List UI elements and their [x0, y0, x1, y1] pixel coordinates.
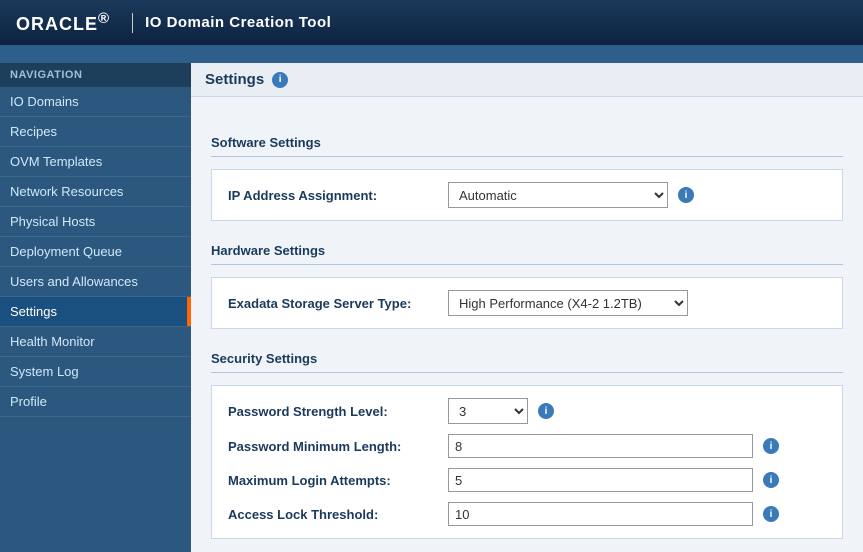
- max-login-attempts-control: i: [448, 468, 826, 492]
- password-strength-label: Password Strength Level:: [228, 404, 448, 419]
- app-title: IO Domain Creation Tool: [145, 14, 331, 31]
- page-title-info-icon[interactable]: i: [272, 72, 288, 88]
- hardware-settings-header: Hardware Settings: [211, 235, 843, 265]
- nav-header: NAVIGATION: [0, 63, 191, 87]
- ip-assignment-info-icon[interactable]: i: [678, 187, 694, 203]
- security-settings-header: Security Settings: [211, 343, 843, 373]
- sub-header-bar: [0, 45, 863, 63]
- password-min-length-info-icon[interactable]: i: [763, 438, 779, 454]
- password-strength-row: Password Strength Level: 1 2 3 4 5 i: [228, 398, 826, 424]
- access-lock-threshold-info-icon[interactable]: i: [763, 506, 779, 522]
- sidebar-item-system-log[interactable]: System Log: [0, 357, 191, 387]
- security-settings-section: Password Strength Level: 1 2 3 4 5 i: [211, 385, 843, 539]
- sidebar-item-recipes[interactable]: Recipes: [0, 117, 191, 147]
- sidebar-item-deployment-queue[interactable]: Deployment Queue: [0, 237, 191, 267]
- ip-assignment-control: Automatic Manual DHCP i: [448, 182, 826, 208]
- page-title-row: Settings i: [191, 63, 863, 97]
- access-lock-threshold-input[interactable]: [448, 502, 753, 526]
- sidebar: NAVIGATION IO Domains Recipes OVM Templa…: [0, 63, 191, 552]
- hardware-settings-section: Exadata Storage Server Type: High Perfor…: [211, 277, 843, 329]
- password-min-length-row: Password Minimum Length: i: [228, 434, 826, 458]
- content-pad: Software Settings IP Address Assignment:…: [191, 113, 863, 552]
- access-lock-threshold-control: i: [448, 502, 826, 526]
- password-min-length-input[interactable]: [448, 434, 753, 458]
- max-login-attempts-input[interactable]: [448, 468, 753, 492]
- ip-assignment-row: IP Address Assignment: Automatic Manual …: [228, 182, 826, 208]
- sidebar-item-network-resources[interactable]: Network Resources: [0, 177, 191, 207]
- ip-assignment-select[interactable]: Automatic Manual DHCP: [448, 182, 668, 208]
- ip-assignment-label: IP Address Assignment:: [228, 188, 448, 203]
- sidebar-item-physical-hosts[interactable]: Physical Hosts: [0, 207, 191, 237]
- software-settings-section: IP Address Assignment: Automatic Manual …: [211, 169, 843, 221]
- sidebar-item-io-domains[interactable]: IO Domains: [0, 87, 191, 117]
- storage-server-label: Exadata Storage Server Type:: [228, 296, 448, 311]
- sidebar-item-settings[interactable]: Settings: [0, 297, 191, 327]
- max-login-attempts-row: Maximum Login Attempts: i: [228, 468, 826, 492]
- storage-server-control: High Performance (X4-2 1.2TB) High Capac…: [448, 290, 826, 316]
- password-min-length-control: i: [448, 434, 826, 458]
- app-header: ORACLE® IO Domain Creation Tool: [0, 0, 863, 45]
- max-login-attempts-label: Maximum Login Attempts:: [228, 473, 448, 488]
- sidebar-item-health-monitor[interactable]: Health Monitor: [0, 327, 191, 357]
- sidebar-item-profile[interactable]: Profile: [0, 387, 191, 417]
- max-login-attempts-info-icon[interactable]: i: [763, 472, 779, 488]
- password-min-length-label: Password Minimum Length:: [228, 439, 448, 454]
- sidebar-item-users-and-allowances[interactable]: Users and Allowances: [0, 267, 191, 297]
- password-strength-control: 1 2 3 4 5 i: [448, 398, 826, 424]
- software-settings-header: Software Settings: [211, 127, 843, 157]
- page-title: Settings: [205, 71, 264, 88]
- oracle-logo: ORACLE®: [16, 10, 110, 35]
- storage-server-select[interactable]: High Performance (X4-2 1.2TB) High Capac…: [448, 290, 688, 316]
- main-layout: NAVIGATION IO Domains Recipes OVM Templa…: [0, 63, 863, 552]
- password-strength-info-icon[interactable]: i: [538, 403, 554, 419]
- password-strength-select[interactable]: 1 2 3 4 5: [448, 398, 528, 424]
- header-divider: [132, 13, 133, 33]
- storage-server-row: Exadata Storage Server Type: High Perfor…: [228, 290, 826, 316]
- sidebar-item-ovm-templates[interactable]: OVM Templates: [0, 147, 191, 177]
- access-lock-threshold-row: Access Lock Threshold: i: [228, 502, 826, 526]
- content-area: Settings i Software Settings IP Address …: [191, 63, 863, 552]
- oracle-registered: ®: [98, 10, 110, 27]
- access-lock-threshold-label: Access Lock Threshold:: [228, 507, 448, 522]
